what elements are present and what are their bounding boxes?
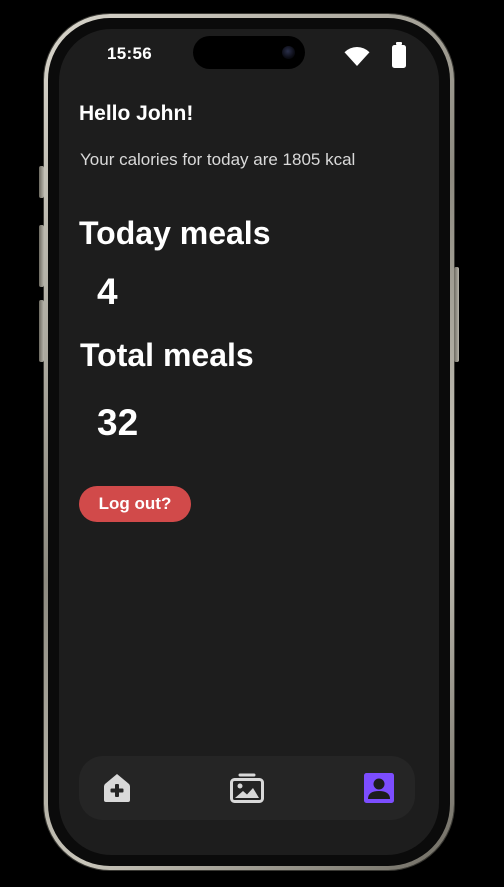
profile-icon (364, 773, 394, 803)
wifi-icon (344, 46, 370, 66)
volume-up-button (39, 225, 44, 287)
nav-item-add-meal[interactable] (99, 770, 135, 806)
bottom-nav (79, 756, 415, 820)
logout-button[interactable]: Log out? (79, 486, 191, 522)
nav-item-gallery[interactable] (229, 770, 265, 806)
calories-summary: Your calories for today are 1805 kcal (80, 150, 356, 169)
battery-icon (392, 42, 406, 68)
volume-down-button (39, 300, 44, 362)
today-meals-value: 4 (97, 271, 118, 312)
camera-icon (282, 46, 295, 59)
today-meals-title: Today meals (79, 215, 271, 251)
greeting: Hello John! (79, 102, 194, 125)
gallery-icon (230, 773, 264, 803)
add-meal-icon (104, 774, 130, 802)
total-meals-value: 32 (97, 402, 139, 443)
app-screen: 15:56 Hello John! Your calories for toda… (59, 29, 439, 855)
power-button (454, 267, 459, 362)
total-meals-title: Total meals (80, 337, 254, 373)
nav-item-profile[interactable] (361, 770, 397, 806)
action-button (39, 166, 44, 198)
dynamic-island (193, 36, 305, 69)
status-time: 15:56 (107, 44, 152, 63)
